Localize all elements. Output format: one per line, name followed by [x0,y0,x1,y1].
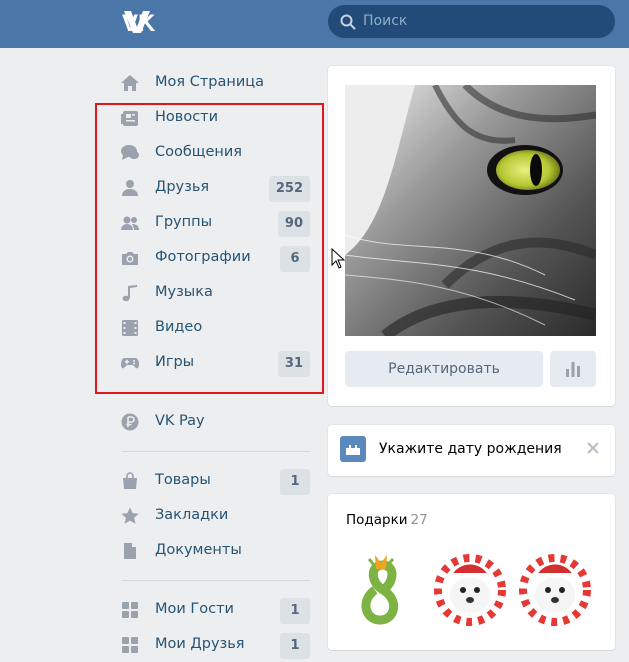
search-input[interactable]: Поиск [328,5,615,38]
document-icon [124,543,136,559]
tulip-figure-eight-gift-image [361,555,398,625]
mouse-cursor-icon [331,248,345,269]
menu-item-label: Документы [155,542,242,558]
menu-separator [122,580,310,581]
gifts-title: Подарки [346,512,408,528]
bar-chart-icon [566,362,580,377]
red-highlight-frame [95,103,324,394]
edit-profile-button[interactable]: Редактировать [345,351,543,387]
goods-count-badge: 1 [280,469,310,495]
vk-logo[interactable]: VK [122,9,164,35]
gift-item[interactable] [515,545,595,630]
vkpay-icon [121,413,139,431]
search-placeholder: Поиск [363,13,408,29]
guests-count-badge: 1 [280,598,310,624]
menu-item-my-guests[interactable]: Мои Гости 1 [112,593,310,628]
gift-item[interactable] [430,545,510,630]
search-icon [340,14,356,30]
app-grid-icon [122,637,138,653]
stats-button[interactable] [550,351,596,387]
menu-item-bookmarks[interactable]: Закладки [112,499,310,534]
menu-item-label: Закладки [155,507,229,523]
dog-in-santa-hat-gift-image [519,554,591,626]
menu-item-my-page[interactable]: Моя Страница [112,66,310,101]
star-icon [121,507,139,524]
top-header: VK Поиск [0,0,629,48]
close-icon[interactable] [585,440,601,456]
home-icon [121,75,139,91]
bag-icon [123,472,137,489]
cake-icon [340,436,366,462]
menu-item-label: Мои Друзья [155,636,245,652]
menu-item-documents[interactable]: Документы [112,534,310,569]
menu-item-label: Мои Гости [155,601,234,617]
menu-separator [122,451,310,452]
dog-in-santa-hat-gift-image [434,554,506,626]
cat-photo-image [345,85,596,336]
app-grid-icon [122,602,138,618]
menu-item-my-friends-app[interactable]: Мои Друзья 1 [112,628,310,662]
menu-item-goods[interactable]: Товары 1 [112,464,310,499]
menu-item-label: Товары [155,472,211,488]
profile-photo[interactable] [345,85,596,336]
myfriends-count-badge: 1 [280,633,310,659]
gifts-count: 27 [410,512,428,528]
svg-text:VK: VK [122,10,156,35]
menu-item-vk-pay[interactable]: VK Pay [112,405,310,440]
gifts-header[interactable]: Подарки 27 [346,512,428,528]
menu-item-label: Моя Страница [155,74,265,90]
gift-item[interactable] [345,545,425,630]
menu-item-label: VK Pay [155,413,205,429]
birthday-prompt-text: Укажите дату рождения [379,441,562,457]
